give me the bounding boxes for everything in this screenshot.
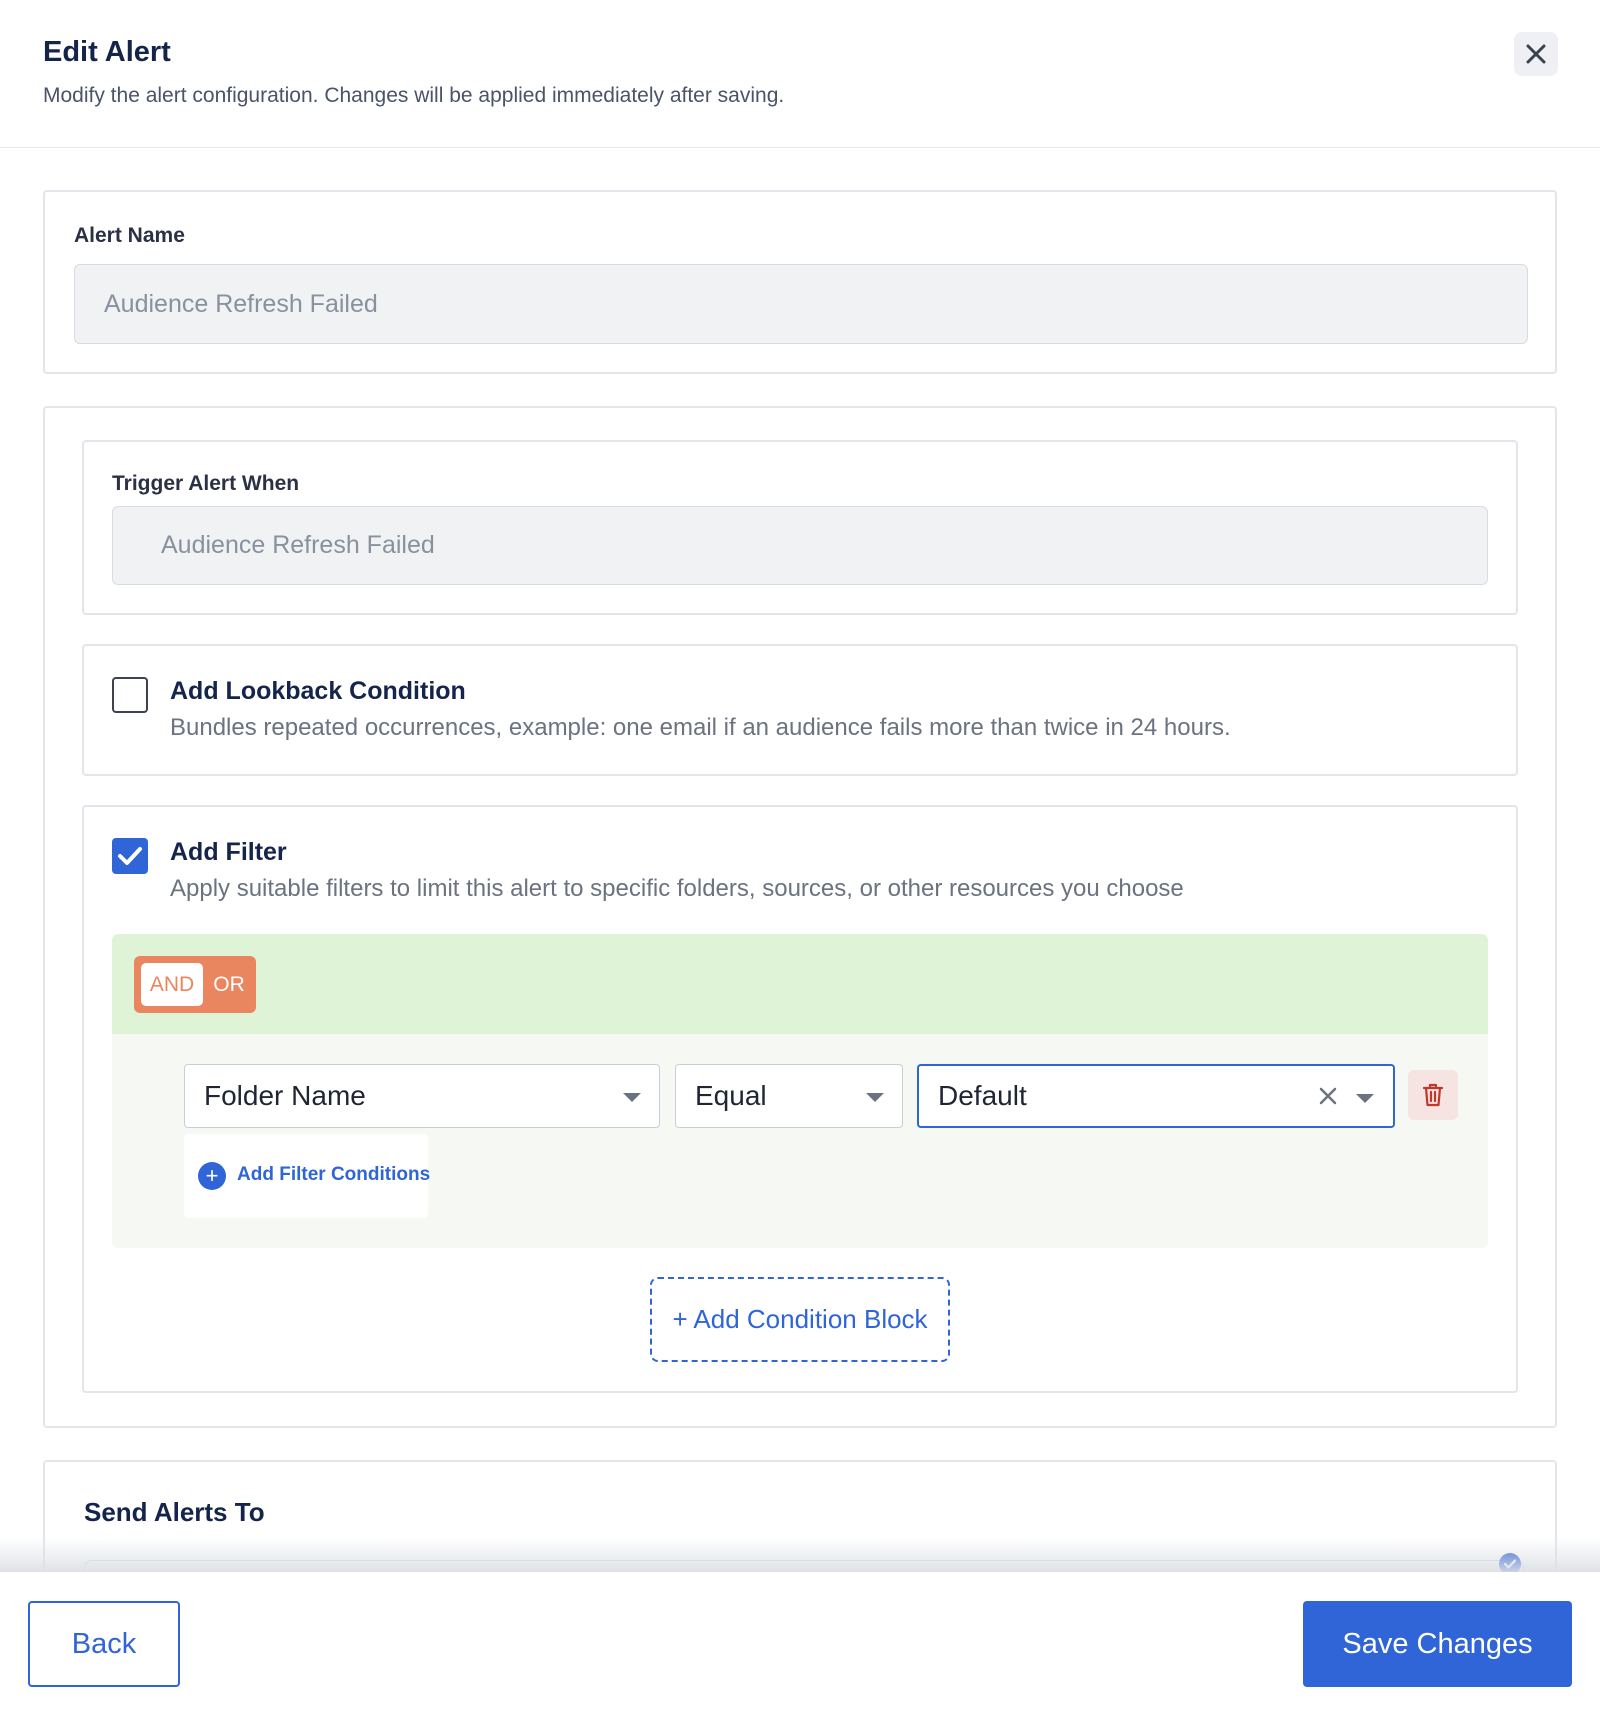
alert-name-card: Alert Name Audience Refresh Failed [43,190,1557,374]
filter-title: Add Filter [170,838,287,866]
lookback-checkbox[interactable] [112,677,148,713]
dialog-footer: Back Save Changes [0,1572,1600,1715]
back-button[interactable]: Back [28,1601,180,1687]
dialog-title: Edit Alert [43,36,171,68]
trigger-value: Audience Refresh Failed [161,531,435,559]
trash-icon [1422,1083,1444,1107]
value-select-value: Default [938,1080,1027,1111]
add-condition-block-button[interactable]: + Add Condition Block [650,1277,950,1362]
field-select[interactable]: Folder Name [184,1064,660,1128]
value-select[interactable]: Default [917,1064,1395,1128]
trigger-label: Trigger Alert When [112,472,300,495]
trigger-card: Trigger Alert When Audience Refresh Fail… [82,440,1518,615]
and-or-toggle[interactable]: AND OR [134,956,256,1013]
dialog-subtitle: Modify the alert configuration. Changes … [43,84,785,107]
operator-select-value: Equal [695,1080,767,1111]
condition-group-body: Folder Name Equal Default + Add Filter C… [112,1034,1488,1248]
trigger-input: Audience Refresh Failed [112,506,1488,585]
filter-checkbox[interactable] [112,838,148,874]
and-option[interactable]: AND [141,963,203,1006]
field-select-value: Folder Name [204,1080,366,1111]
dialog-header: Edit Alert Modify the alert configuratio… [0,0,1600,148]
filter-description: Apply suitable filters to limit this ale… [170,875,1184,902]
plus-circle-icon: + [198,1162,226,1190]
operator-select[interactable]: Equal [675,1064,903,1128]
alert-name-label: Alert Name [74,224,185,247]
or-option[interactable]: OR [204,963,254,1006]
alert-name-value: Audience Refresh Failed [104,289,378,318]
alert-name-input: Audience Refresh Failed [74,264,1528,344]
delete-condition-button[interactable] [1408,1070,1458,1120]
close-icon [1526,44,1546,64]
lookback-title: Add Lookback Condition [170,677,466,705]
chevron-down-icon [1356,1094,1374,1103]
close-button[interactable] [1514,32,1558,76]
checkmark-icon [118,847,142,865]
lookback-description: Bundles repeated occurrences, example: o… [170,714,1231,741]
chevron-down-icon [623,1093,641,1102]
condition-group-header: AND OR [112,934,1488,1034]
save-changes-button[interactable]: Save Changes [1303,1601,1572,1687]
chevron-down-icon [866,1093,884,1102]
send-alerts-title: Send Alerts To [84,1497,265,1527]
clear-icon[interactable] [1316,1084,1340,1108]
lookback-card [82,644,1518,776]
add-filter-conditions-button[interactable]: + Add Filter Conditions [184,1134,431,1218]
scroll-fade [0,1538,1600,1572]
add-filter-conditions-label: Add Filter Conditions [237,1164,431,1185]
